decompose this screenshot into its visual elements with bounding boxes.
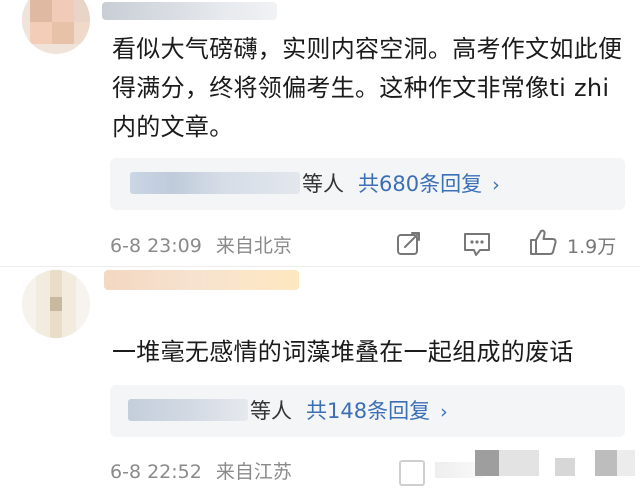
comment-time: 6-8 23:09 [110, 235, 202, 257]
username-blurred[interactable] [104, 270, 299, 290]
share-icon[interactable] [395, 230, 423, 258]
comment-icon[interactable] [462, 230, 492, 258]
avatar-detail [50, 297, 62, 311]
comment-text: 一堆毫无感情的词藻堆叠在一起组成的废话 [112, 338, 574, 366]
reply-users-blurred [128, 399, 248, 421]
reply-count[interactable]: 共680条回复 [358, 172, 482, 196]
divider [0, 266, 640, 267]
avatar[interactable] [22, 0, 90, 54]
thumbs-up-icon[interactable] [528, 227, 558, 257]
comment-meta: 6-8 23:09 来自北京 [110, 231, 292, 258]
actions-blurred [395, 448, 640, 486]
comment-time: 6-8 22:52 [110, 461, 202, 483]
reply-suffix: 等人 [250, 399, 292, 423]
replies-preview[interactable]: 等人 共148条回复 › [110, 385, 625, 437]
like-count: 1.9万 [567, 236, 617, 258]
reply-users-blurred [130, 172, 300, 194]
comment-location: 来自江苏 [215, 461, 292, 483]
comment-meta: 6-8 22:52 来自江苏 [110, 457, 292, 484]
comment-text: 看似大气磅礴，实则内容空洞。高考作文如此便得满分，终将领偏考生。这种作文非常像t… [112, 35, 623, 141]
username-blurred[interactable] [102, 2, 277, 20]
chevron-right-icon: › [492, 174, 500, 196]
comment-location: 来自北京 [215, 235, 292, 257]
chevron-right-icon: › [440, 401, 448, 423]
replies-preview[interactable]: 等人 共680条回复 › [110, 158, 625, 210]
reply-count[interactable]: 共148条回复 [306, 399, 430, 423]
reply-suffix: 等人 [302, 172, 344, 196]
